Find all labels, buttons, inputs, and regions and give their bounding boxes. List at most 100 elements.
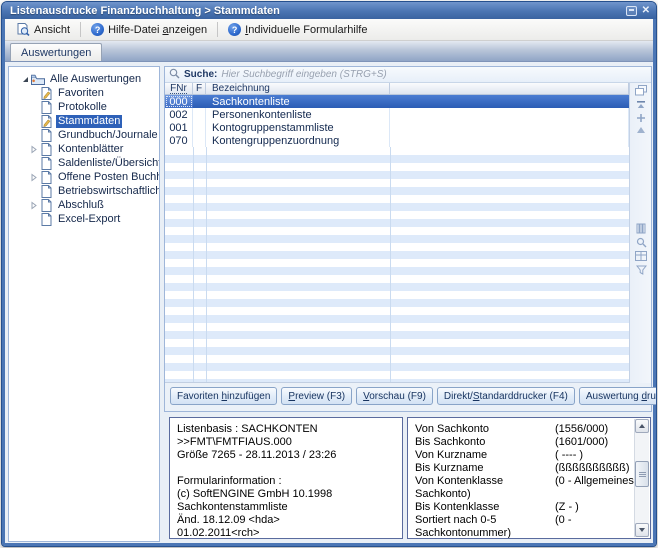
sidebar-item-abschluss[interactable]: Abschluß: [9, 198, 159, 212]
toolbar-label: ndividuelle Formularhilfe: [248, 24, 367, 36]
restore-button[interactable]: [626, 6, 637, 16]
column-header-f[interactable]: F: [193, 83, 206, 94]
thumb-grip: [639, 476, 646, 477]
info-row: Von Kurzname( ---- ): [408, 449, 650, 462]
sidebar-item-label: Excel-Export: [56, 213, 122, 226]
empty-rows-area: [165, 147, 629, 382]
cell-bezeichnung: Kontogruppenstammliste: [206, 121, 390, 134]
pan-icon[interactable]: [630, 113, 652, 123]
cell-bezeichnung: Personenkontenliste: [206, 108, 390, 121]
scroll-to-top-icon[interactable]: [630, 100, 652, 110]
cell-bezeichnung: Kontengruppenzuordnung: [206, 134, 390, 147]
tab-auswertungen[interactable]: Auswertungen: [10, 43, 102, 61]
table-row[interactable]: 001 Kontogruppenstammliste: [165, 121, 629, 134]
scrollbar-up-button[interactable]: [635, 419, 649, 433]
document-icon: [39, 185, 53, 198]
info-line: Änd. 18.12.09 <hda>: [177, 514, 402, 527]
table-row[interactable]: 070 Kontengruppenzuordnung: [165, 134, 629, 147]
info-line: (c) SoftENGINE GmbH 10.1998: [177, 488, 402, 501]
thumb-grip: [639, 474, 646, 475]
cell-f: [193, 134, 206, 147]
sidebar-item-grundbuch-journale[interactable]: Grundbuch/Journale: [9, 128, 159, 142]
triangle-up-icon: [639, 424, 645, 428]
favoriten-hinzufuegen-button[interactable]: Favoriten hinzufügen: [170, 387, 277, 405]
columns-icon[interactable]: [630, 223, 652, 234]
info-row: Von Kontenklasse(0 - Allgemeines: [408, 475, 650, 488]
button-label: Direkt/: [444, 391, 473, 402]
info-scrollbar[interactable]: [634, 419, 649, 537]
info-row: Sachkonto): [408, 488, 650, 501]
toolbar-label: nzeigen: [169, 24, 208, 36]
direkt-standarddrucker-button[interactable]: Direkt/Standarddrucker (F4): [437, 387, 575, 405]
tree-collapsed-icon[interactable]: [27, 173, 39, 182]
column-header-fnr[interactable]: FNr: [165, 83, 193, 94]
search-bar: Suche:: [165, 67, 651, 83]
auswertung-drucken-button[interactable]: Auswertung drucken: [579, 387, 657, 405]
toolbar-separator: [80, 22, 81, 37]
info-line: Sachkontenstammliste: [177, 501, 402, 514]
list-info-box: Listenbasis : SACHKONTEN >>FMT\FMTFIAUS.…: [169, 417, 403, 539]
column-header-empty[interactable]: [390, 83, 629, 94]
info-label: Sachkonto): [415, 488, 555, 501]
sidebar-item-kontenblaetter[interactable]: Kontenblätter: [9, 142, 159, 156]
close-icon: ✕: [642, 6, 650, 16]
column-header-bezeichnung[interactable]: Bezeichnung: [206, 83, 390, 94]
scrollbar-down-button[interactable]: [635, 523, 649, 537]
document-icon: [39, 157, 53, 170]
tab-strip: Auswertungen: [5, 41, 653, 62]
scroll-up-icon[interactable]: [630, 126, 652, 134]
hilfe-datei-anzeigen-button[interactable]: ? Hilfe-Datei anzeigen: [84, 21, 214, 39]
filter-icon[interactable]: [630, 265, 652, 275]
sidebar-item-alle-auswertungen[interactable]: Alle Auswertungen: [9, 72, 159, 86]
document-icon: [39, 213, 53, 226]
info-label: Von Kurzname: [415, 449, 555, 462]
vorschau-button[interactable]: Vorschau (F9): [356, 387, 433, 405]
table-tool-strip: [629, 83, 651, 383]
restore-icon: [626, 6, 637, 16]
close-button[interactable]: ✕: [642, 6, 650, 16]
button-label: Auswertung: [586, 391, 642, 402]
sidebar-item-favoriten[interactable]: Favoriten: [9, 86, 159, 100]
button-label: review (F3): [295, 391, 345, 402]
column-header-label: Bezeichnung: [212, 83, 270, 94]
ansicht-button[interactable]: Ansicht: [9, 21, 77, 39]
info-row: Bis Kurzname(ßßßßßßßßßß): [408, 462, 650, 475]
info-label: Von Sachkonto: [415, 423, 555, 436]
table-row[interactable]: 002 Personenkontenliste: [165, 108, 629, 121]
tree-collapsed-icon[interactable]: [27, 145, 39, 154]
individuelle-formularhilfe-button[interactable]: ? Individuelle Formularhilfe: [221, 21, 374, 39]
tree-collapsed-icon[interactable]: [27, 201, 39, 210]
cell-f: [193, 121, 206, 134]
scrollbar-thumb[interactable]: [635, 461, 649, 487]
sidebar-item-excel-export[interactable]: Excel-Export: [9, 212, 159, 226]
titlebar: Listenausdrucke Finanzbuchhaltung > Stam…: [2, 2, 656, 19]
button-label: tandarddrucker (F4): [479, 391, 567, 402]
info-label: Bis Kurzname: [415, 462, 555, 475]
info-row: Bis Sachkonto(1601/000): [408, 436, 650, 449]
sidebar-item-protokolle[interactable]: Protokolle: [9, 100, 159, 114]
tree-expanded-icon[interactable]: [19, 75, 31, 84]
sidebar-item-betriebswirtschaftliche-auswertungen[interactable]: Betriebswirtschaftliche Auswertungen: [9, 184, 159, 198]
search-icon: [169, 66, 180, 84]
info-line: Formularinformation :: [177, 475, 402, 488]
sidebar-item-label: Protokolle: [56, 101, 109, 114]
app-window: Listenausdrucke Finanzbuchhaltung > Stam…: [1, 1, 657, 547]
window-title: Listenausdrucke Finanzbuchhaltung > Stam…: [10, 5, 621, 17]
info-row: Bis Kontenklasse(Z - ): [408, 501, 650, 514]
search-input[interactable]: [221, 68, 651, 82]
zoom-icon[interactable]: [630, 237, 652, 248]
grid-settings-icon[interactable]: [630, 251, 652, 261]
cell-empty: [390, 134, 629, 147]
sidebar-item-saldenliste-uebersicht[interactable]: Saldenliste/Übersicht: [9, 156, 159, 170]
copy-window-icon[interactable]: [630, 85, 652, 96]
cell-empty: [390, 108, 629, 121]
table-row[interactable]: 000 Sachkontenliste: [165, 95, 629, 108]
column-header-label: F: [196, 83, 202, 94]
sidebar-item-stammdaten[interactable]: Stammdaten: [9, 114, 159, 128]
sidebar-item-label: Stammdaten: [56, 115, 122, 128]
cell-empty: [390, 121, 629, 134]
cell-f: [193, 108, 206, 121]
preview-button[interactable]: Preview (F3): [281, 387, 352, 405]
info-label: Von Kontenklasse: [415, 475, 555, 488]
sidebar-item-offene-posten-buchhaltung[interactable]: Offene Posten Buchhaltung: [9, 170, 159, 184]
